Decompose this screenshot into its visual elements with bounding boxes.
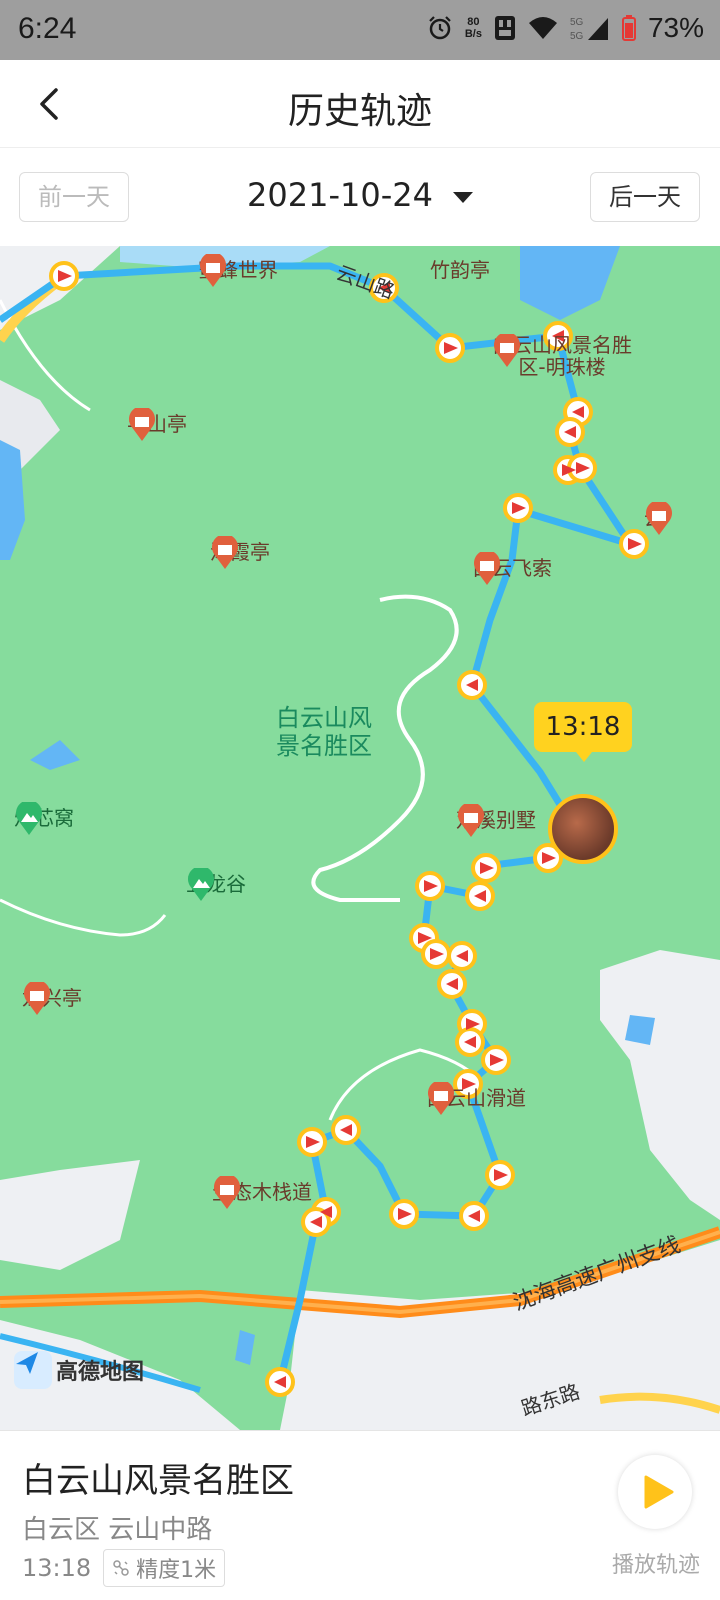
- hd-icon: [494, 16, 515, 40]
- status-time: 6:24: [18, 12, 77, 45]
- place-name: 白云山风景名胜区: [22, 1461, 294, 1501]
- navigation-arrow-icon: [14, 1351, 52, 1389]
- wifi-icon: [528, 17, 557, 39]
- signal-5g-icon: 5G 5G: [570, 17, 608, 42]
- mountain-pin-icon: [16, 802, 42, 835]
- pavilion-pin-icon: [646, 502, 672, 535]
- pavilion-pin-icon: [458, 804, 484, 837]
- poi-bee-world[interactable]: 蜜蜂世界: [198, 254, 278, 287]
- pavilion-pin-icon: [494, 334, 520, 367]
- date-label: 2021-10-24: [247, 176, 433, 214]
- next-day-button[interactable]: 后一天: [590, 172, 700, 222]
- place-address: 白云区 云山中路: [22, 1515, 213, 1545]
- poi-wulonggu[interactable]: 五龙谷: [186, 868, 246, 901]
- poi-shuangxi-villa[interactable]: 双溪别墅: [456, 804, 536, 837]
- poi-longxing-pavilion[interactable]: 龙兴亭: [22, 982, 82, 1015]
- data-speed-icon: 80 B/s: [464, 16, 482, 40]
- svg-text:5G: 5G: [570, 17, 584, 28]
- pavilion-pin-icon: [129, 408, 155, 441]
- poi-yun[interactable]: 云: [644, 502, 672, 535]
- amap-logo: 高德地图: [14, 1350, 144, 1390]
- caret-down-icon: [452, 191, 473, 203]
- pavilion-pin-icon: [428, 1082, 454, 1115]
- accuracy-badge: 精度1米: [103, 1549, 226, 1587]
- pavilion-pin-icon: [212, 536, 238, 569]
- play-track-button[interactable]: [618, 1455, 692, 1529]
- poi-cableway[interactable]: 白云飞索: [472, 552, 552, 585]
- pavilion-pin-icon: [24, 982, 50, 1015]
- record-time: 13:18: [22, 1554, 92, 1582]
- pavilion-pin-icon: [200, 254, 226, 287]
- poi-banshan-pavilion[interactable]: 半山亭: [127, 408, 187, 441]
- poi-mingzhu-building[interactable]: 白云山风景名胜区-明珠楼: [492, 334, 632, 378]
- header: 历史轨迹: [0, 60, 720, 148]
- page-title: 历史轨迹: [287, 91, 432, 132]
- svg-text:5G: 5G: [570, 31, 584, 42]
- gps-accuracy-icon: [113, 1560, 129, 1576]
- poi-eco-boardwalk[interactable]: 生态木栈道: [212, 1176, 312, 1209]
- time-bubble: 13:18: [534, 702, 632, 762]
- date-bar: 前一天 2021-10-24 后一天: [0, 148, 720, 246]
- scenic-area-label: 白云山风 景名胜区: [276, 704, 372, 760]
- map-view[interactable]: 竹韵亭 蜜蜂世界 白云山风景名胜区-明珠楼 半山亭 沐霞亭 白云飞索 双溪别墅 …: [0, 246, 720, 1430]
- battery-percent: 73%: [647, 12, 704, 43]
- pavilion-pin-icon: [214, 1176, 240, 1209]
- battery-icon: [621, 15, 636, 41]
- avatar[interactable]: [548, 794, 618, 864]
- pavilion-pin-icon: [474, 552, 500, 585]
- info-row: 13:18 精度1米: [22, 1549, 226, 1587]
- poi-muxia-pavilion[interactable]: 沐霞亭: [210, 536, 270, 569]
- status-icons: 80 B/s 5G 5G 73%: [427, 12, 704, 44]
- bottom-panel: 白云山风景名胜区 白云区 云山中路 13:18 精度1米 播放轨迹: [0, 1430, 720, 1600]
- play-track-label[interactable]: 播放轨迹: [596, 1547, 716, 1579]
- poi-zhuyun-pavilion[interactable]: 竹韵亭: [430, 254, 490, 283]
- poi-dengxinwo[interactable]: 灯芯窝: [14, 802, 74, 835]
- mountain-pin-icon: [188, 868, 214, 901]
- status-bar: 6:24 80 B/s 5G 5G 73%: [0, 0, 720, 60]
- poi-slide[interactable]: 白云山滑道: [426, 1082, 526, 1115]
- alarm-icon: [429, 16, 451, 40]
- play-icon: [644, 1475, 674, 1509]
